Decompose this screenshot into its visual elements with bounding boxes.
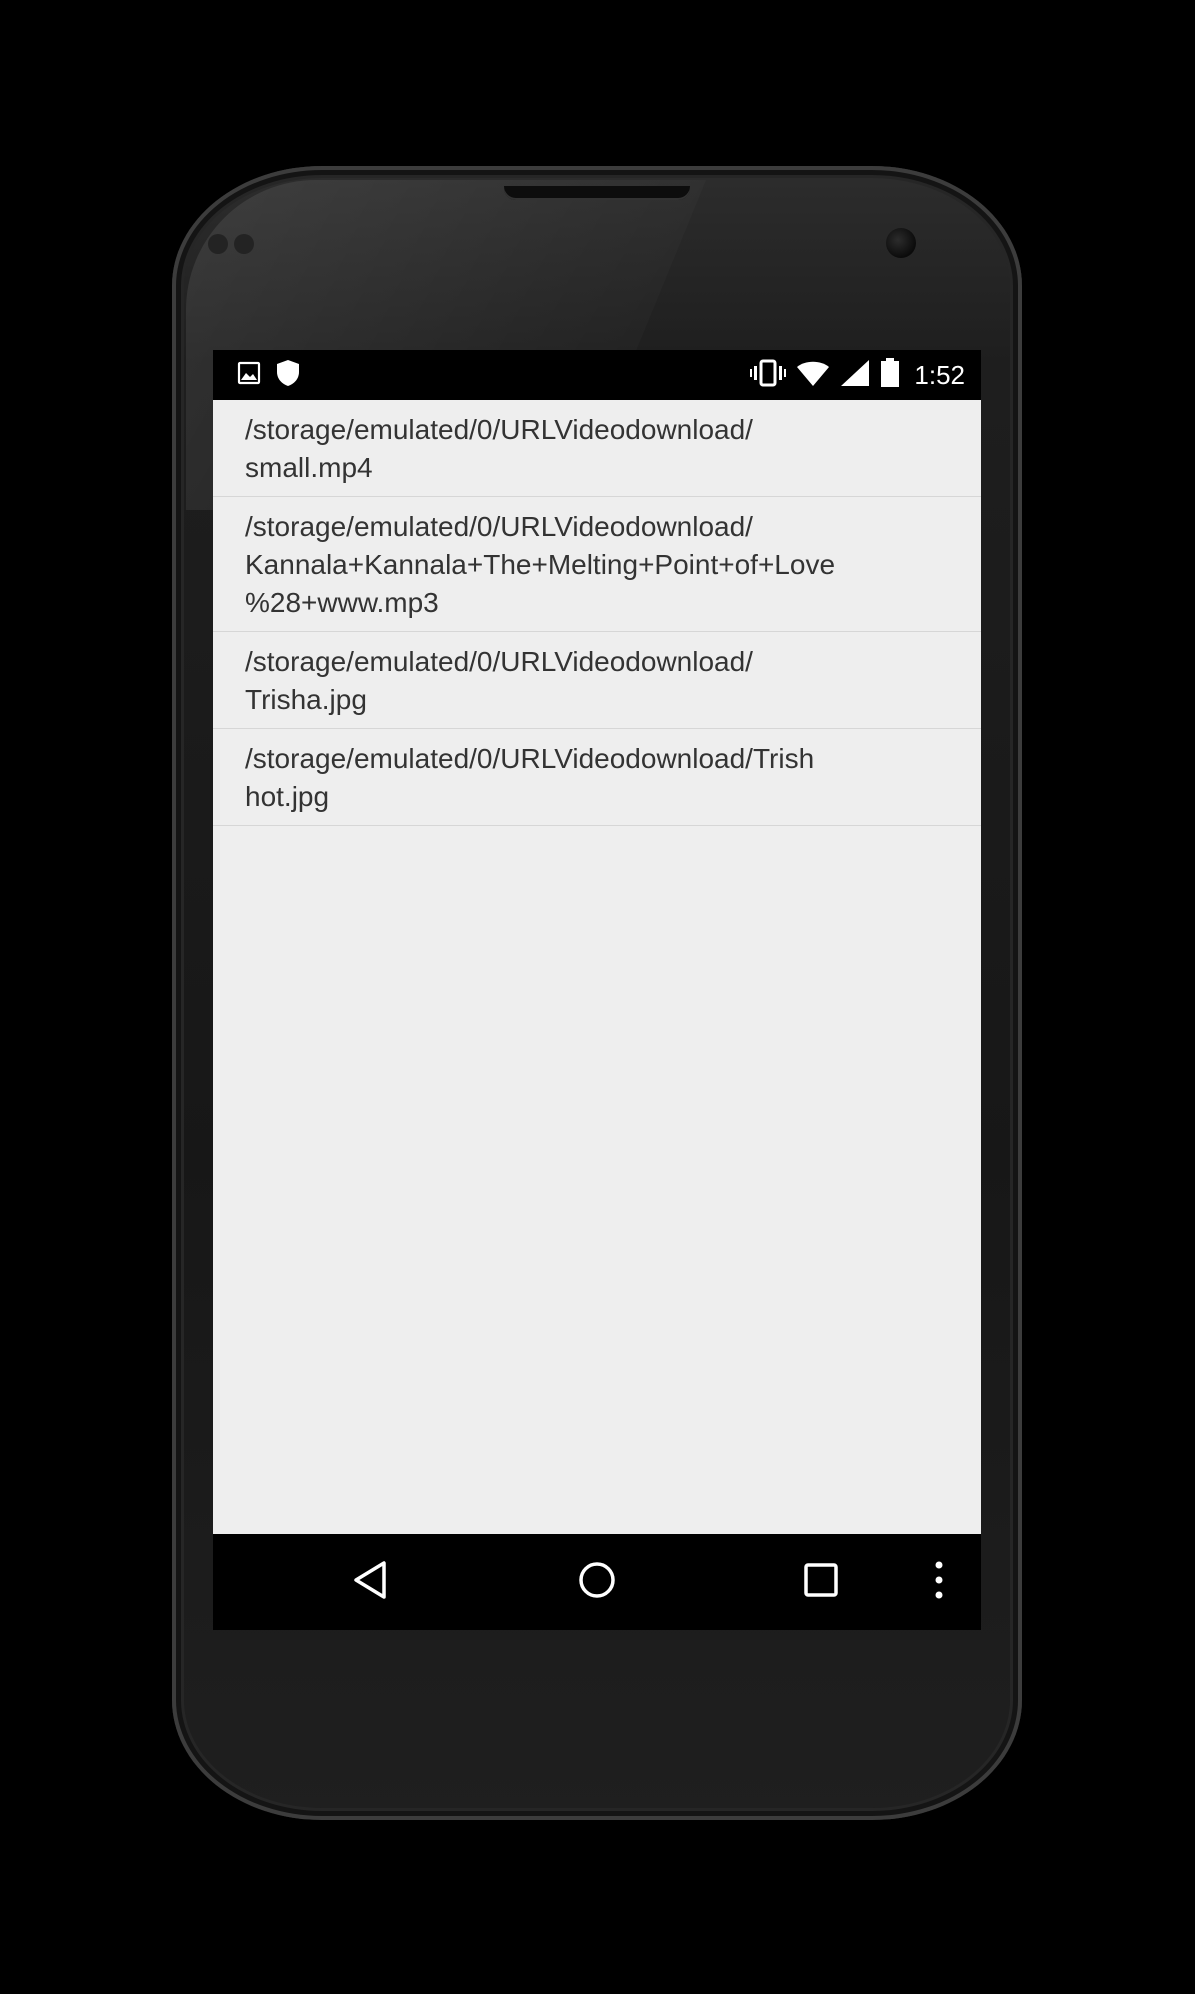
back-button[interactable] <box>346 1558 394 1606</box>
front-camera <box>886 228 916 258</box>
downloaded-file-list[interactable]: /storage/emulated/0/URLVideodownload/ sm… <box>213 400 981 826</box>
earpiece-speaker <box>504 186 690 200</box>
status-system-icons: 1:52 <box>750 357 965 393</box>
device-frame-stage: 1:52 /storage/emulated/0/URLVideodownloa… <box>0 0 1195 1994</box>
status-bar: 1:52 <box>213 350 981 400</box>
home-icon <box>577 1560 617 1605</box>
recents-button[interactable] <box>797 1558 845 1606</box>
file-list-item[interactable]: /storage/emulated/0/URLVideodownload/ sm… <box>213 400 981 497</box>
status-notification-icons <box>237 359 301 392</box>
overflow-menu-button[interactable] <box>915 1558 963 1606</box>
phone-screen: 1:52 /storage/emulated/0/URLVideodownloa… <box>213 350 981 1630</box>
image-notification-icon <box>237 361 261 390</box>
file-list-item[interactable]: /storage/emulated/0/URLVideodownload/Tri… <box>213 729 981 826</box>
file-list-item[interactable]: /storage/emulated/0/URLVideodownload/ Ka… <box>213 497 981 632</box>
wifi-icon <box>796 359 830 392</box>
back-icon <box>352 1560 388 1605</box>
recents-icon <box>803 1562 839 1603</box>
shield-icon <box>275 359 301 392</box>
overflow-menu-icon <box>933 1560 945 1605</box>
proximity-sensor <box>208 234 228 254</box>
signal-icon <box>840 359 870 392</box>
battery-icon <box>880 357 900 393</box>
home-button[interactable] <box>573 1558 621 1606</box>
file-list-item[interactable]: /storage/emulated/0/URLVideodownload/ Tr… <box>213 632 981 729</box>
status-clock: 1:52 <box>914 359 965 390</box>
vibrate-icon <box>750 359 787 392</box>
light-sensor <box>234 234 254 254</box>
navigation-bar <box>213 1534 981 1630</box>
